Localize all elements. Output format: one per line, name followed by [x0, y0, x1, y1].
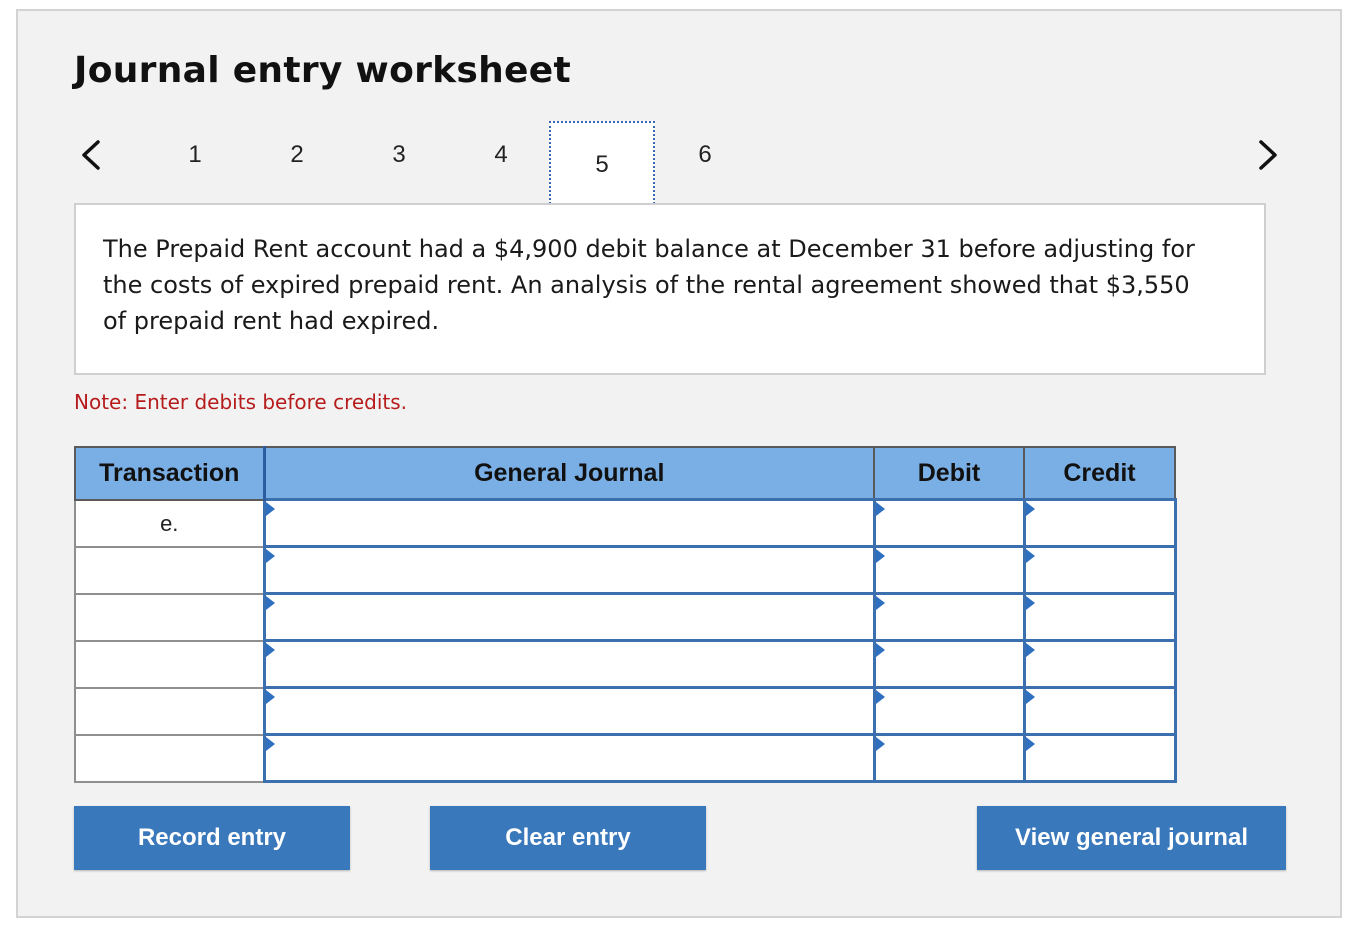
debit-input[interactable]: [875, 689, 1023, 733]
chevron-left-icon: [82, 140, 100, 170]
page-2-tab[interactable]: 2: [277, 137, 317, 173]
transaction-cell: [74, 592, 265, 642]
page-1-tab[interactable]: 1: [175, 137, 215, 173]
transaction-cell: e.: [74, 498, 265, 548]
credit-input[interactable]: [1025, 595, 1174, 639]
next-page-button[interactable]: [1253, 138, 1285, 172]
table-row: [74, 686, 1177, 736]
account-select[interactable]: [265, 501, 873, 545]
account-select[interactable]: [265, 642, 873, 686]
account-select[interactable]: [265, 689, 873, 733]
table-row: [74, 733, 1177, 783]
credit-input[interactable]: [1025, 689, 1174, 733]
chevron-right-icon: [1259, 140, 1277, 170]
header-general-journal: General Journal: [262, 446, 875, 501]
account-select[interactable]: [265, 736, 873, 780]
page-title: Journal entry worksheet: [74, 50, 571, 91]
account-select[interactable]: [265, 548, 873, 592]
header-debit: Debit: [873, 446, 1025, 501]
journal-table: Transaction General Journal Debit Credit…: [74, 446, 1177, 783]
transaction-cell: [74, 733, 265, 783]
table-row: [74, 592, 1177, 642]
header-credit: Credit: [1023, 446, 1176, 501]
account-select[interactable]: [265, 595, 873, 639]
table-row: [74, 639, 1177, 689]
table-row: e.: [74, 498, 1177, 548]
credit-input[interactable]: [1025, 548, 1174, 592]
note-text: Note: Enter debits before credits.: [74, 390, 408, 414]
header-transaction: Transaction: [74, 446, 265, 501]
prev-page-button[interactable]: [74, 138, 106, 172]
debit-input[interactable]: [875, 501, 1023, 545]
clear-entry-button[interactable]: Clear entry: [430, 806, 706, 870]
view-general-journal-button[interactable]: View general journal: [977, 806, 1286, 870]
transaction-cell: [74, 545, 265, 595]
debit-input[interactable]: [875, 642, 1023, 686]
page-3-tab[interactable]: 3: [379, 137, 419, 173]
page-4-tab[interactable]: 4: [481, 137, 521, 173]
debit-input[interactable]: [875, 548, 1023, 592]
question-box: The Prepaid Rent account had a $4,900 de…: [74, 203, 1266, 375]
credit-input[interactable]: [1025, 501, 1174, 545]
question-text: The Prepaid Rent account had a $4,900 de…: [103, 235, 1195, 335]
transaction-cell: [74, 639, 265, 689]
table-row: [74, 545, 1177, 595]
credit-input[interactable]: [1025, 736, 1174, 780]
page-6-tab[interactable]: 6: [685, 137, 725, 173]
page-5-tab-current[interactable]: 5: [549, 121, 655, 208]
debit-input[interactable]: [875, 595, 1023, 639]
debit-input[interactable]: [875, 736, 1023, 780]
transaction-cell: [74, 686, 265, 736]
credit-input[interactable]: [1025, 642, 1174, 686]
record-entry-button[interactable]: Record entry: [74, 806, 350, 870]
journal-header-row: Transaction General Journal Debit Credit: [74, 446, 1176, 501]
